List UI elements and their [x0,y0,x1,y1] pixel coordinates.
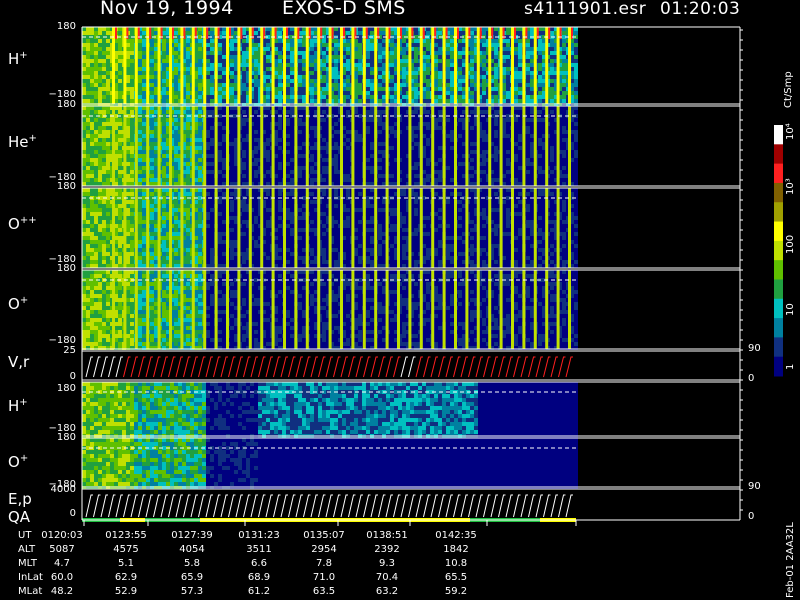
panel-label-qa: QA [8,508,31,526]
header-instrument: EXOS-D SMS [282,0,406,19]
table-cell: 61.2 [247,586,271,597]
table-cell: 62.9 [114,572,138,583]
table-cell: 0131:23 [238,530,280,541]
colorbar-tick: 100 [785,234,796,254]
spectrogram-plot [81,26,783,526]
ytick-top: 180 [56,21,76,32]
header-time: 01:20:03 [660,0,741,19]
panel-5 [82,381,740,438]
colorbar-tick: 10 [785,303,796,316]
header-date: Nov 19, 1994 [100,0,234,19]
table-cell: 7.8 [316,558,332,569]
ytick-top: 180 [56,99,76,110]
table-cell: 68.9 [247,572,271,583]
table-cell: 5087 [49,544,75,555]
table-cell: 9.3 [379,558,395,569]
table-cell: 0127:39 [171,530,213,541]
table-cell: 0138:51 [366,530,408,541]
panel-4 [82,350,740,381]
table-cell: 60.0 [50,572,74,583]
table-cell: 3511 [246,544,272,555]
ytick-top: 4000 [50,484,76,495]
table-cell: 0142:35 [435,530,477,541]
panel-label-h-plus: H+ [8,50,28,68]
ytick-bottom: 0 [69,371,76,382]
header-file: s4111901.esr [524,0,647,19]
table-cell: 10.8 [444,558,468,569]
ytick-top: 180 [56,181,76,192]
table-cell: 52.9 [114,586,138,597]
table-cell: 1842 [443,544,469,555]
table-cell: 0120:03 [41,530,83,541]
ytick-top: 180 [56,263,76,274]
panel-label-he-plus: He+ [8,133,37,151]
table-cell: 2392 [374,544,400,555]
table-cell: 71.0 [312,572,336,583]
panel-label-o-plus: O+ [8,295,29,313]
right-tick-top: 90 [748,343,761,354]
colorbar-tick: 1 [785,363,796,370]
colorbar [774,125,783,377]
colorbar-tick: 10⁴ [785,123,796,140]
table-cell: 2954 [311,544,337,555]
table-cell: 48.2 [50,586,74,597]
orbit-table: UT ALT MLT InLat MLat 0120:03 0123:55 0127… [0,530,780,600]
panel-label-o-plusplus: O++ [8,215,37,233]
panel-0 [82,26,740,107]
table-cell: 6.6 [251,558,267,569]
colorbar-tick: 10³ [785,178,796,195]
ytick-bottom: 0 [69,508,76,519]
table-cell: 4054 [179,544,205,555]
panel-label-h-plus-2: H+ [8,397,28,415]
table-cell: 5.8 [184,558,200,569]
table-cell: 63.2 [375,586,399,597]
colorbar-unit: Ct/Smp [783,71,794,108]
table-cell: 4575 [113,544,139,555]
ytick-top: 180 [56,383,76,394]
right-tick-bottom: 0 [748,511,755,522]
panel-2 [82,187,740,269]
panel-label-o-plus-2: O+ [8,453,29,471]
ytick-top: 180 [56,432,76,443]
table-cell: 0135:07 [303,530,345,541]
table-cell: 70.4 [375,572,399,583]
table-cell: 59.2 [444,586,468,597]
row-label-ut: UT [18,530,32,541]
table-cell: 4.7 [54,558,70,569]
panel-label-vr: V,r [8,353,30,371]
ytick-top: 25 [63,345,76,356]
row-label-mlat: MLat [18,586,43,597]
row-label-alt: ALT [18,544,36,555]
panel-6 [82,437,740,490]
table-cell: 65.9 [180,572,204,583]
table-cell: 5.1 [118,558,134,569]
table-cell: 0123:55 [105,530,147,541]
row-label-mlt: MLT [18,558,37,569]
table-cell: 65.5 [444,572,468,583]
panel-1 [82,105,740,187]
table-cell: 63.5 [312,586,336,597]
right-tick-bottom: 0 [748,373,755,384]
table-cell: 57.3 [180,586,204,597]
right-tick-top: 90 [748,481,761,492]
panel-7 [82,488,740,522]
footer-code: Feb-01 2AA32L [785,522,796,598]
panel-label-ep: E,p [8,490,32,508]
panel-3 [82,269,740,350]
